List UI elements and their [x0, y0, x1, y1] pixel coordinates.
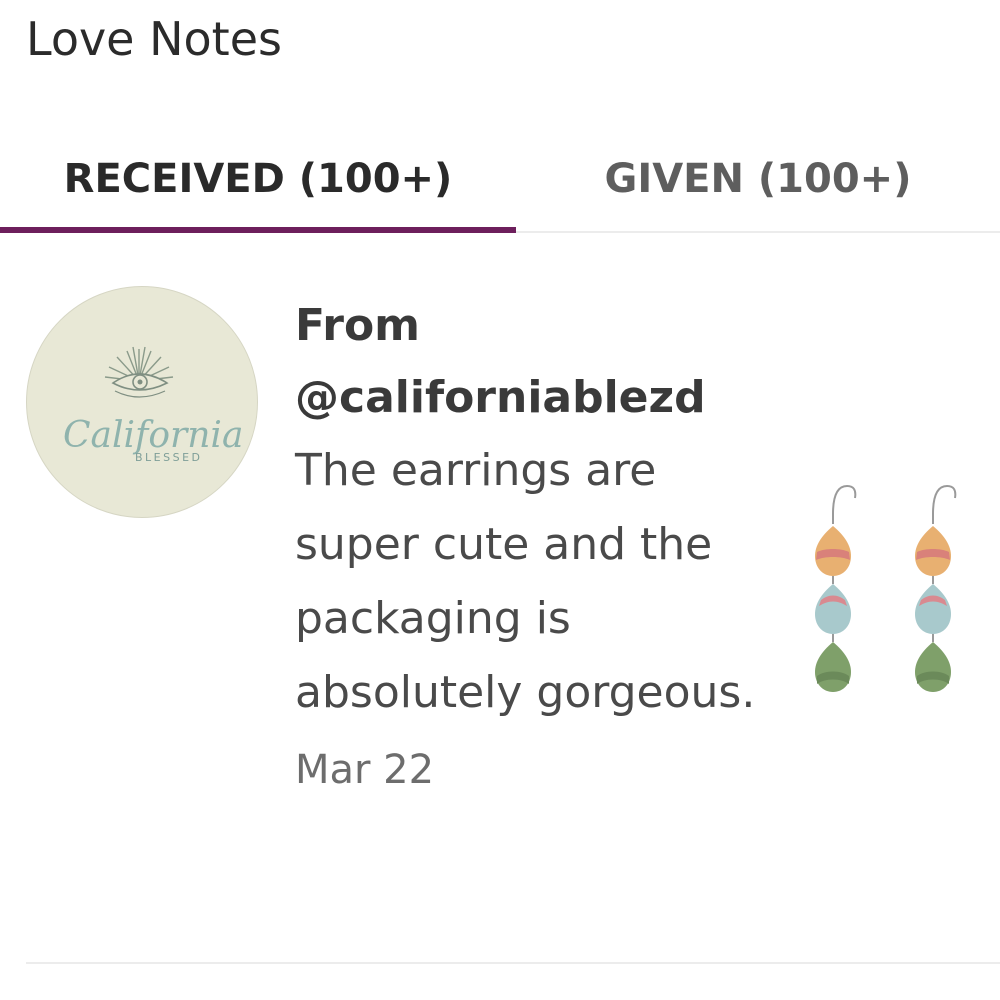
- sender-avatar[interactable]: California BLESSED: [26, 286, 258, 518]
- tabs-divider: [516, 231, 1000, 233]
- note-body: From @californiablezd The earrings are s…: [295, 290, 765, 798]
- love-notes-page: Love Notes RECEIVED (100+) GIVEN (100+): [0, 0, 1000, 1000]
- list-divider: [26, 962, 1000, 964]
- note-message: The earrings are super cute and the pack…: [295, 445, 756, 718]
- note-sender-link[interactable]: @californiablezd: [295, 362, 765, 434]
- page-title: Love Notes: [26, 12, 282, 66]
- tab-given[interactable]: GIVEN (100+): [516, 128, 1000, 230]
- svg-text:BLESSED: BLESSED: [135, 451, 203, 464]
- tab-received-label: RECEIVED (100+): [63, 156, 453, 202]
- active-tab-indicator: [0, 227, 516, 233]
- earrings-icon: [815, 484, 957, 692]
- product-thumbnail[interactable]: [795, 480, 975, 702]
- tab-given-label: GIVEN (100+): [604, 156, 912, 202]
- note-from-prefix: From: [295, 300, 421, 351]
- tab-bar: RECEIVED (100+) GIVEN (100+): [0, 128, 1000, 236]
- love-note-item: California BLESSED From @californiablezd…: [0, 236, 1000, 964]
- note-date: Mar 22: [295, 747, 435, 793]
- tab-received[interactable]: RECEIVED (100+): [0, 128, 516, 230]
- svg-text:California: California: [63, 415, 243, 456]
- california-blessed-logo-icon: California BLESSED: [63, 346, 243, 464]
